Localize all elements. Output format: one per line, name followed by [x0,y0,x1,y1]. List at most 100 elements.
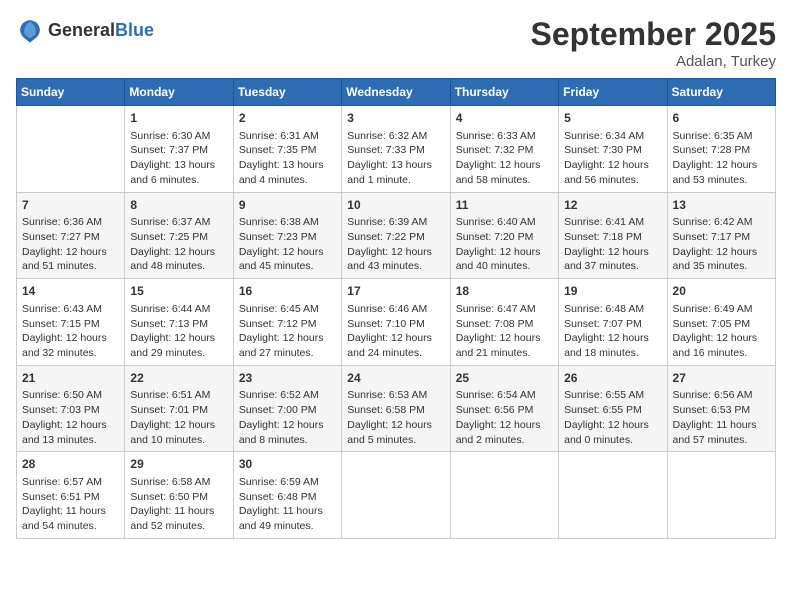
column-header-wednesday: Wednesday [342,79,450,106]
calendar-cell: 19 Sunrise: 6:48 AM Sunset: 7:07 PM Dayli… [559,279,667,366]
calendar-cell: 8Sunrise: 6:37 AM Sunset: 7:25 PM Daylig… [125,192,233,279]
day-number: 7 [22,197,119,214]
day-number: 16 [239,283,336,300]
column-header-monday: Monday [125,79,233,106]
cell-content: Sunrise: 6:49 AM Sunset: 7:05 PM Dayligh… [673,302,770,361]
cell-content: Sunrise: 6:48 AM Sunset: 7:07 PM Dayligh… [564,302,661,361]
calendar-cell: 11Sunrise: 6:40 AM Sunset: 7:20 PM Dayli… [450,192,558,279]
calendar-cell: 25Sunrise: 6:54 AM Sunset: 6:56 PM Dayli… [450,365,558,452]
cell-content: Sunrise: 6:31 AM Sunset: 7:35 PM Dayligh… [239,129,336,188]
calendar-cell: 12Sunrise: 6:41 AM Sunset: 7:18 PM Dayli… [559,192,667,279]
day-number: 5 [564,110,661,127]
day-number: 10 [347,197,444,214]
cell-content: Sunrise: 6:44 AM Sunset: 7:13 PM Dayligh… [130,302,227,361]
month-title: September 2025 [531,16,776,53]
calendar-cell: 28 Sunrise: 6:57 AM Sunset: 6:51 PM Dayli… [17,452,125,539]
day-number: 20 [673,283,770,300]
calendar-cell: 4Sunrise: 6:33 AM Sunset: 7:32 PM Daylig… [450,106,558,193]
calendar-cell: 14Sunrise: 6:43 AM Sunset: 7:15 PM Dayli… [17,279,125,366]
calendar-cell [559,452,667,539]
cell-content: Sunrise: 6:42 AM Sunset: 7:17 PM Dayligh… [673,215,770,274]
cell-content: Sunrise: 6:33 AM Sunset: 7:32 PM Dayligh… [456,129,553,188]
day-number: 1 [130,110,227,127]
cell-content: Sunrise: 6:34 AM Sunset: 7:30 PM Dayligh… [564,129,661,188]
calendar-cell [17,106,125,193]
day-number: 24 [347,370,444,387]
calendar-cell: 20 Sunrise: 6:49 AM Sunset: 7:05 PM Dayli… [667,279,775,366]
day-number: 13 [673,197,770,214]
calendar-cell: 22Sunrise: 6:51 AM Sunset: 7:01 PM Dayli… [125,365,233,452]
calendar-week-row: 7Sunrise: 6:36 AM Sunset: 7:27 PM Daylig… [17,192,776,279]
cell-content: Sunrise: 6:51 AM Sunset: 7:01 PM Dayligh… [130,388,227,447]
day-number: 14 [22,283,119,300]
cell-content: Sunrise: 6:37 AM Sunset: 7:25 PM Dayligh… [130,215,227,274]
logo-text-blue: Blue [115,20,154,40]
day-number: 11 [456,197,553,214]
calendar-week-row: 14Sunrise: 6:43 AM Sunset: 7:15 PM Dayli… [17,279,776,366]
calendar-cell: 16 Sunrise: 6:45 AM Sunset: 7:12 PM Dayli… [233,279,341,366]
calendar-week-row: 28 Sunrise: 6:57 AM Sunset: 6:51 PM Dayli… [17,452,776,539]
cell-content: Sunrise: 6:30 AM Sunset: 7:37 PM Dayligh… [130,129,227,188]
column-header-thursday: Thursday [450,79,558,106]
location: Adalan, Turkey [531,53,776,70]
calendar-cell [667,452,775,539]
calendar-week-row: 1 Sunrise: 6:30 AM Sunset: 7:37 PM Daylig… [17,106,776,193]
day-number: 30 [239,456,336,473]
cell-content: Sunrise: 6:50 AM Sunset: 7:03 PM Dayligh… [22,388,119,447]
day-number: 6 [673,110,770,127]
cell-content: Sunrise: 6:57 AM Sunset: 6:51 PM Dayligh… [22,475,119,534]
calendar-cell: 10Sunrise: 6:39 AM Sunset: 7:22 PM Dayli… [342,192,450,279]
cell-content: Sunrise: 6:47 AM Sunset: 7:08 PM Dayligh… [456,302,553,361]
cell-content: Sunrise: 6:55 AM Sunset: 6:55 PM Dayligh… [564,388,661,447]
logo: GeneralBlue [16,16,154,44]
calendar-cell: 6 Sunrise: 6:35 AM Sunset: 7:28 PM Daylig… [667,106,775,193]
day-number: 19 [564,283,661,300]
day-number: 29 [130,456,227,473]
cell-content: Sunrise: 6:54 AM Sunset: 6:56 PM Dayligh… [456,388,553,447]
cell-content: Sunrise: 6:40 AM Sunset: 7:20 PM Dayligh… [456,215,553,274]
calendar-cell: 27Sunrise: 6:56 AM Sunset: 6:53 PM Dayli… [667,365,775,452]
day-number: 9 [239,197,336,214]
cell-content: Sunrise: 6:53 AM Sunset: 6:58 PM Dayligh… [347,388,444,447]
calendar-cell: 21Sunrise: 6:50 AM Sunset: 7:03 PM Dayli… [17,365,125,452]
calendar-cell: 9Sunrise: 6:38 AM Sunset: 7:23 PM Daylig… [233,192,341,279]
calendar-cell: 18 Sunrise: 6:47 AM Sunset: 7:08 PM Dayli… [450,279,558,366]
calendar-cell: 15 Sunrise: 6:44 AM Sunset: 7:13 PM Dayli… [125,279,233,366]
day-number: 25 [456,370,553,387]
calendar-cell: 24Sunrise: 6:53 AM Sunset: 6:58 PM Dayli… [342,365,450,452]
calendar-cell: 29 Sunrise: 6:58 AM Sunset: 6:50 PM Dayli… [125,452,233,539]
day-number: 3 [347,110,444,127]
calendar-cell: 30 Sunrise: 6:59 AM Sunset: 6:48 PM Dayli… [233,452,341,539]
calendar-cell: 23Sunrise: 6:52 AM Sunset: 7:00 PM Dayli… [233,365,341,452]
calendar-cell [450,452,558,539]
day-number: 28 [22,456,119,473]
calendar-week-row: 21Sunrise: 6:50 AM Sunset: 7:03 PM Dayli… [17,365,776,452]
calendar-cell: 3 Sunrise: 6:32 AM Sunset: 7:33 PM Daylig… [342,106,450,193]
day-number: 8 [130,197,227,214]
title-block: September 2025 Adalan, Turkey [531,16,776,70]
cell-content: Sunrise: 6:59 AM Sunset: 6:48 PM Dayligh… [239,475,336,534]
logo-text-general: General [48,20,115,40]
column-header-tuesday: Tuesday [233,79,341,106]
cell-content: Sunrise: 6:58 AM Sunset: 6:50 PM Dayligh… [130,475,227,534]
calendar-cell [342,452,450,539]
cell-content: Sunrise: 6:32 AM Sunset: 7:33 PM Dayligh… [347,129,444,188]
day-number: 2 [239,110,336,127]
cell-content: Sunrise: 6:39 AM Sunset: 7:22 PM Dayligh… [347,215,444,274]
day-number: 18 [456,283,553,300]
cell-content: Sunrise: 6:38 AM Sunset: 7:23 PM Dayligh… [239,215,336,274]
cell-content: Sunrise: 6:52 AM Sunset: 7:00 PM Dayligh… [239,388,336,447]
cell-content: Sunrise: 6:56 AM Sunset: 6:53 PM Dayligh… [673,388,770,447]
calendar-cell: 7Sunrise: 6:36 AM Sunset: 7:27 PM Daylig… [17,192,125,279]
cell-content: Sunrise: 6:41 AM Sunset: 7:18 PM Dayligh… [564,215,661,274]
calendar-cell: 17Sunrise: 6:46 AM Sunset: 7:10 PM Dayli… [342,279,450,366]
cell-content: Sunrise: 6:45 AM Sunset: 7:12 PM Dayligh… [239,302,336,361]
calendar-cell: 5 Sunrise: 6:34 AM Sunset: 7:30 PM Daylig… [559,106,667,193]
calendar-cell: 1 Sunrise: 6:30 AM Sunset: 7:37 PM Daylig… [125,106,233,193]
day-number: 23 [239,370,336,387]
calendar-cell: 2 Sunrise: 6:31 AM Sunset: 7:35 PM Daylig… [233,106,341,193]
calendar-table: SundayMondayTuesdayWednesdayThursdayFrid… [16,78,776,539]
cell-content: Sunrise: 6:35 AM Sunset: 7:28 PM Dayligh… [673,129,770,188]
day-number: 15 [130,283,227,300]
column-header-saturday: Saturday [667,79,775,106]
